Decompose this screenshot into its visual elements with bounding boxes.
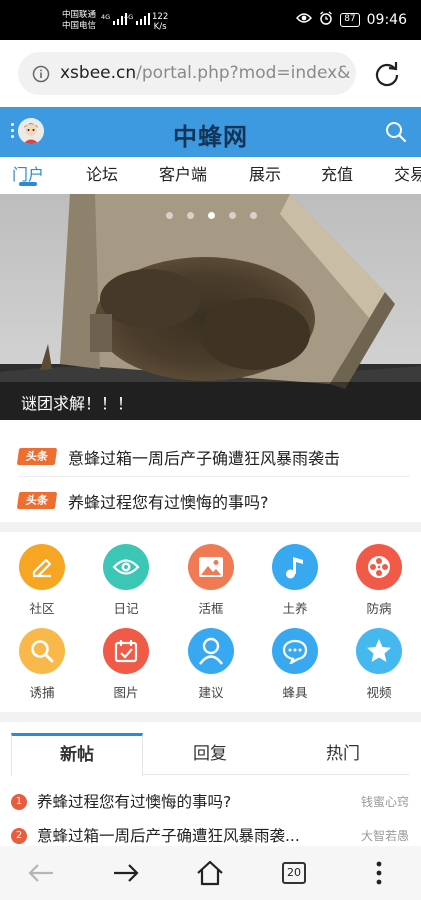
- tabs-button[interactable]: 20: [274, 858, 314, 888]
- clock: 09:46: [366, 12, 407, 28]
- url-path: /portal.php?mod=index&r: [136, 63, 350, 83]
- headline-badge: 头条: [16, 448, 58, 465]
- tab-recharge[interactable]: 充值: [321, 161, 353, 185]
- carousel-dot[interactable]: [250, 212, 257, 219]
- post-rank: 2: [11, 828, 27, 844]
- grid-item-suggestion[interactable]: 建议: [176, 628, 246, 701]
- grid-item-video[interactable]: 视频: [344, 628, 414, 701]
- grid-item-tools[interactable]: 蜂具: [260, 628, 330, 701]
- headline-title[interactable]: 养蜂过程您有过懊悔的事吗?: [68, 489, 269, 513]
- portal-nav: 门户 论坛 客户端 展示 充值 交易: [0, 157, 421, 194]
- headline-title[interactable]: 意蜂过箱一周后产子确遭狂风暴雨袭击: [68, 445, 340, 469]
- grid-label: 社区: [29, 601, 55, 616]
- headline-item[interactable]: 头条 意蜂过箱一周后产子确遭狂风暴雨袭击: [16, 440, 410, 470]
- post-rank: 1: [11, 794, 27, 810]
- address-bar[interactable]: xsbee.cn/portal.php?mod=index&r: [18, 52, 356, 95]
- image-icon: [188, 544, 234, 590]
- eye-icon: [296, 12, 313, 28]
- grid-label: 防病: [366, 601, 392, 616]
- tab-new-posts[interactable]: 新帖: [11, 733, 143, 776]
- carousel-indicator: [166, 212, 257, 219]
- browser-toolbar: xsbee.cn/portal.php?mod=index&r: [0, 40, 421, 107]
- carousel-dot[interactable]: [187, 212, 194, 219]
- signal-2-icon: 4G: [124, 13, 151, 25]
- reload-icon[interactable]: [373, 60, 401, 92]
- grid-label: 诱捕: [29, 685, 55, 700]
- tab-showcase[interactable]: 展示: [249, 161, 281, 185]
- network-speed: 122 K/s: [152, 12, 169, 32]
- user-icon: [188, 628, 234, 674]
- grid-item-diary[interactable]: 日记: [91, 544, 161, 617]
- grid-item-native[interactable]: 土养: [260, 544, 330, 617]
- battery-indicator: 87: [340, 13, 360, 27]
- star-icon: [356, 628, 402, 674]
- grid-label: 土养: [282, 601, 308, 616]
- alarm-icon: [319, 11, 333, 29]
- grid-item-disease[interactable]: 防病: [344, 544, 414, 617]
- divider: [18, 476, 410, 477]
- carousel-dot-active[interactable]: [208, 212, 215, 219]
- carousel-dot[interactable]: [166, 212, 173, 219]
- grid-label: 日记: [113, 601, 139, 616]
- grid-label: 视频: [366, 685, 392, 700]
- tab-hot[interactable]: 热门: [277, 733, 409, 775]
- post-title[interactable]: 养蜂过程您有过懊悔的事吗?: [37, 790, 337, 812]
- active-tab-indicator: [19, 182, 37, 186]
- calendar-icon: [103, 628, 149, 674]
- grid-label: 建议: [198, 685, 224, 700]
- post-item[interactable]: 1 养蜂过程您有过懊悔的事吗? 钱蜜心窍: [11, 788, 409, 816]
- headline-item[interactable]: 头条 养蜂过程您有过懊悔的事吗?: [16, 484, 410, 514]
- category-grid: 社区 日记 活框 土养 防病 诱捕 图片 建议 蜂具 视频: [0, 532, 421, 712]
- site-logo[interactable]: 中蜂网: [0, 117, 421, 152]
- post-feed: 新帖 回复 热门 1 养蜂过程您有过懊悔的事吗? 钱蜜心窍 2 意蜂过箱一周后产…: [0, 722, 421, 850]
- film-reel-icon: [356, 544, 402, 590]
- grid-item-trap[interactable]: 诱捕: [7, 628, 77, 701]
- status-bar: 中国联通 中国电信 4G 4G 122 K/s 87 09:46: [0, 0, 421, 40]
- section-divider: [0, 712, 421, 722]
- search-icon[interactable]: [385, 121, 407, 147]
- feed-tabs: 新帖 回复 热门: [11, 733, 409, 776]
- edit-icon: [19, 544, 65, 590]
- headline-badge: 头条: [16, 492, 58, 509]
- chat-bubble-icon: [272, 628, 318, 674]
- grid-item-pictures[interactable]: 图片: [91, 628, 161, 701]
- music-note-icon: [272, 544, 318, 590]
- eye-icon: [103, 544, 149, 590]
- post-title[interactable]: 意蜂过箱一周后产子确遭狂风暴雨袭...: [37, 824, 337, 846]
- carrier-1: 中国联通: [62, 10, 97, 20]
- tab-replies[interactable]: 回复: [144, 733, 276, 775]
- banner-caption[interactable]: 谜团求解！！！: [21, 390, 133, 414]
- carousel-dot[interactable]: [229, 212, 236, 219]
- more-menu-icon[interactable]: [359, 858, 399, 888]
- tab-forum[interactable]: 论坛: [86, 161, 118, 185]
- grid-item-community[interactable]: 社区: [7, 544, 77, 617]
- carrier-names: 中国联通 中国电信: [62, 10, 96, 32]
- tab-count: 20: [282, 862, 306, 884]
- grid-label: 蜂具: [282, 685, 308, 700]
- banner-carousel[interactable]: 谜团求解！！！: [0, 194, 421, 420]
- back-arrow-icon[interactable]: [21, 858, 61, 888]
- tab-trade[interactable]: 交易: [394, 161, 421, 185]
- banner-caption-bar: 谜团求解！！！: [0, 382, 421, 420]
- grid-item-frame[interactable]: 活框: [176, 544, 246, 617]
- home-icon[interactable]: [190, 858, 230, 888]
- url-host: xsbee.cn: [60, 63, 137, 83]
- browser-bottom-bar: 20: [0, 846, 421, 900]
- grid-label: 图片: [113, 685, 139, 700]
- section-divider: [0, 522, 421, 532]
- grid-label: 活框: [198, 601, 224, 616]
- post-author[interactable]: 大智若愚: [361, 827, 409, 844]
- post-author[interactable]: 钱蜜心窍: [361, 793, 409, 810]
- headline-list: 头条 意蜂过箱一周后产子确遭狂风暴雨袭击 头条 养蜂过程您有过懊悔的事吗?: [0, 420, 421, 522]
- magnifier-icon: [19, 628, 65, 674]
- forward-arrow-icon[interactable]: [106, 858, 146, 888]
- carrier-2: 中国电信: [62, 21, 97, 31]
- url-text[interactable]: xsbee.cn/portal.php?mod=index&r: [60, 63, 350, 83]
- tab-client[interactable]: 客户端: [159, 161, 207, 185]
- site-header: 中蜂网: [0, 107, 421, 157]
- info-icon[interactable]: [32, 65, 50, 87]
